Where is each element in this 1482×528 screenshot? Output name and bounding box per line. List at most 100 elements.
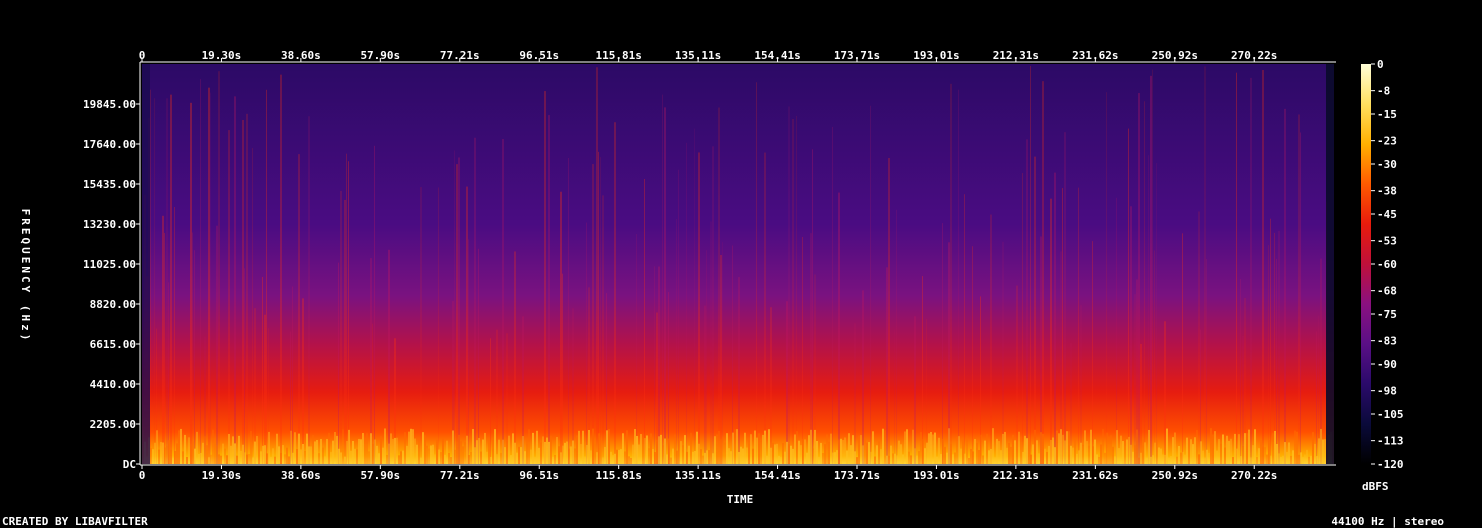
- spectrogram-streak: [636, 233, 637, 464]
- spectrogram-lowband: [196, 431, 198, 464]
- spectrogram-lowband: [602, 457, 604, 464]
- spectrogram-lowband: [1014, 440, 1016, 464]
- spectrogram-lowband: [328, 432, 330, 464]
- spectrogram-lowband: [1116, 430, 1118, 464]
- spectrogram-lowband: [642, 440, 644, 464]
- y-tick-label: 19845.00: [83, 98, 136, 111]
- spectrogram-lowband: [718, 430, 720, 464]
- spectrogram-lowband: [200, 453, 202, 464]
- spectrogram-streak: [1054, 172, 1056, 464]
- spectrogram-lowband: [482, 439, 484, 464]
- spectrogram-lowband: [1024, 435, 1026, 464]
- spectrogram-lowband: [1088, 445, 1090, 464]
- spectrogram-lowband: [780, 456, 782, 464]
- x-ticks-bottom: 0 19.30s 38.60s 57.90s 77.21s 96.51s 115.81s 13…: [139, 465, 1277, 482]
- spectrogram-lowband: [914, 448, 916, 464]
- spectrogram-lowband: [872, 431, 874, 464]
- spectrogram-lowband: [1178, 446, 1180, 464]
- spectrogram-lowband: [794, 434, 796, 464]
- spectrogram-streak: [1268, 245, 1269, 464]
- spectrogram-streak: [388, 249, 390, 464]
- spectrogram-lowband: [1058, 433, 1060, 464]
- spectrogram-streak: [694, 128, 695, 465]
- spectrogram-streak: [502, 139, 504, 464]
- spectrogram-lowband: [362, 433, 364, 464]
- spectrogram-lowband: [226, 455, 228, 464]
- spectrogram-lowband: [378, 453, 380, 464]
- spectrogram-streak: [1284, 108, 1286, 465]
- spectrogram-lowband: [398, 455, 400, 464]
- spectrogram-lowband: [1094, 439, 1096, 464]
- spectrogram-lowband: [1258, 448, 1260, 464]
- spectrogram-lowband: [1078, 450, 1080, 464]
- spectrogram-streak: [950, 83, 952, 464]
- spectrogram-lowband: [1306, 449, 1308, 464]
- spectrogram-lowband: [294, 432, 296, 464]
- spectrogram-lowband: [270, 457, 272, 464]
- spectrogram-streak: [602, 195, 604, 465]
- spectrogram-lowband: [1072, 447, 1074, 464]
- spectrogram-lowband: [478, 437, 480, 464]
- spectrogram-streak: [896, 209, 897, 464]
- spectrogram-lowband: [434, 454, 436, 464]
- spectrogram-lowband: [826, 434, 828, 464]
- spectrogram-lowband: [1278, 453, 1280, 464]
- spectrogram-streak: [234, 96, 236, 464]
- spectrogram-lowband: [390, 433, 392, 464]
- spectrogram-lowband: [1172, 437, 1174, 464]
- spectrogram-lowband: [680, 441, 682, 464]
- spectrogram-lowband: [1000, 450, 1002, 464]
- x-tick-top-label: 270.22s: [1231, 49, 1277, 62]
- x-tick-top-label: 57.90s: [360, 49, 400, 62]
- spectrogram-lowband: [754, 430, 756, 464]
- spectrogram-lowband: [1002, 433, 1004, 464]
- spectrogram-lowband: [296, 449, 298, 464]
- spectrogram-lowband: [1066, 431, 1068, 464]
- spectrogram-lowband: [1080, 442, 1082, 464]
- spectrogram-lowband: [1252, 445, 1254, 464]
- spectrogram-lowband: [572, 440, 574, 464]
- spectrogram-streak: [490, 338, 491, 464]
- spectrogram-lowband: [420, 457, 422, 464]
- spectrogram-lowband: [1118, 448, 1120, 464]
- spectrogram-streak: [888, 158, 890, 464]
- spectrogram-lowband: [1092, 446, 1094, 464]
- spectrogram-lowband: [1006, 447, 1008, 464]
- spectrogram-streak: [218, 71, 220, 465]
- spectrogram-streak: [1182, 233, 1183, 464]
- spectrogram-lowband: [1230, 438, 1232, 464]
- spectrogram-streak: [718, 107, 720, 464]
- spectrogram-lowband: [318, 453, 320, 464]
- spectrogram-lowband: [1032, 444, 1034, 464]
- spectrogram-lowband: [842, 439, 844, 464]
- spectrogram-streak: [374, 145, 375, 464]
- spectrogram-lowband: [916, 455, 918, 464]
- spectrogram-lowband: [244, 452, 246, 464]
- spectrogram-lowband: [346, 440, 348, 464]
- spectrogram-lowband: [280, 452, 282, 464]
- spectrogram-lowband: [1018, 431, 1020, 464]
- spectrogram-streak: [456, 164, 458, 464]
- spectrogram-lowband: [278, 446, 280, 464]
- spectrogram-lowband: [1142, 439, 1144, 464]
- spectrogram-streak: [662, 94, 663, 464]
- spectrogram-lowband: [530, 449, 532, 464]
- spectrogram-lowband: [1124, 439, 1126, 464]
- spectrogram-streak: [644, 179, 645, 464]
- spectrogram-streak: [712, 146, 714, 464]
- spectrogram-lowband: [674, 434, 676, 464]
- spectrogram-lowband: [1106, 432, 1108, 464]
- spectrogram-lowband: [678, 438, 680, 464]
- spectrogram-streak: [722, 242, 723, 464]
- x-tick-bottom-label: 96.51s: [519, 469, 559, 482]
- spectrogram-lowband: [860, 435, 862, 464]
- spectrogram-lowband: [934, 432, 936, 464]
- colorbar-tick-label: -15: [1377, 108, 1397, 121]
- spectrogram-streak: [154, 98, 155, 464]
- spectrogram-lowband: [938, 437, 940, 464]
- spectrogram-lowband: [302, 443, 304, 464]
- spectrogram-lowband: [770, 447, 772, 464]
- spectrogram-streak: [1276, 258, 1277, 464]
- spectrogram-lowband: [772, 442, 774, 464]
- spectrogram-lowband: [586, 444, 588, 464]
